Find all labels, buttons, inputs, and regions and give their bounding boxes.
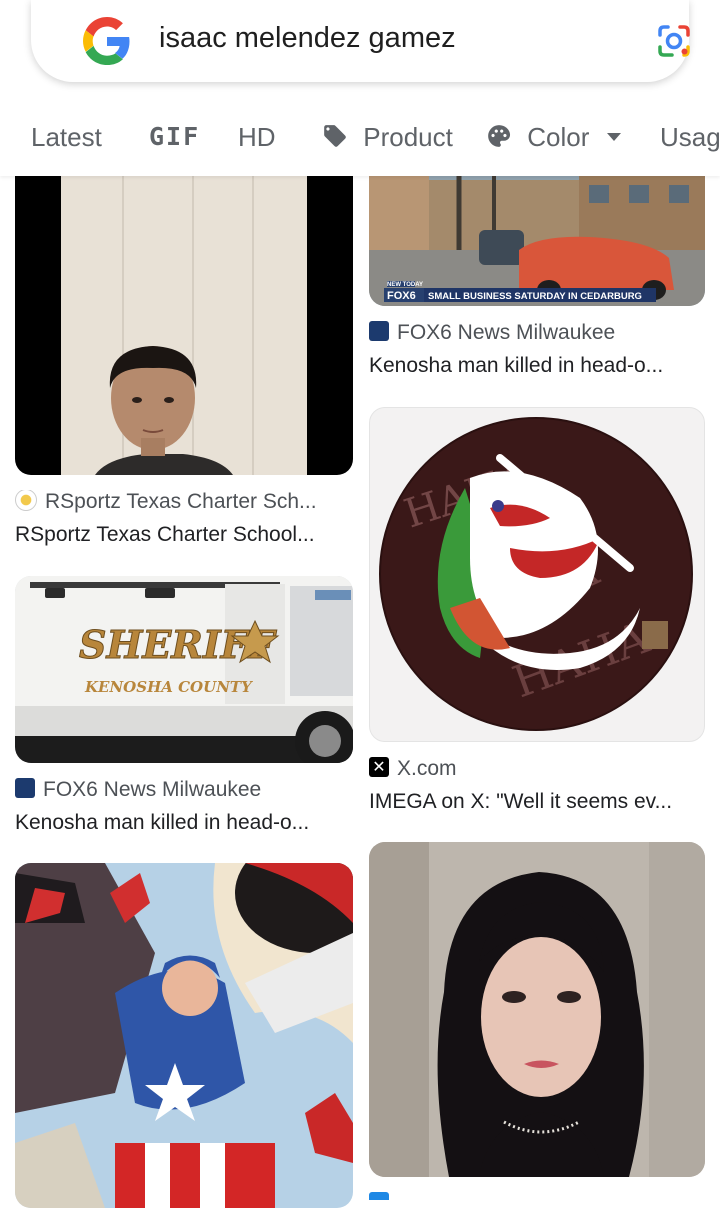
fox6-favicon-icon: [369, 321, 389, 342]
result-title-4[interactable]: Kenosha man killed in head-o...: [369, 354, 705, 378]
chip-gif[interactable]: GIF: [149, 112, 200, 162]
rsportz-favicon-icon: [15, 490, 37, 512]
result-source-2-label: FOX6 News Milwaukee: [43, 778, 262, 801]
result-title-5[interactable]: IMEGA on X: "Well it seems ev...: [369, 790, 705, 814]
tag-icon: [324, 125, 346, 147]
kenosha-county-text: KENOSHA COUNTY: [84, 678, 253, 696]
fox6-logo-text: FOX6: [387, 290, 416, 302]
result-source-1[interactable]: RSportz Texas Charter Sch...: [15, 490, 353, 514]
palette-icon: [488, 125, 511, 147]
sheriff-truck-photo: SHERIFF KENOSHA COUNTY: [15, 576, 353, 763]
chip-product[interactable]: Product: [322, 112, 453, 162]
result-image-5[interactable]: HAHA HAHA HAHA: [369, 407, 705, 742]
result-image-2[interactable]: SHERIFF KENOSHA COUNTY: [15, 576, 353, 763]
result-image-1[interactable]: [15, 140, 353, 475]
chip-product-label: Product: [363, 122, 453, 152]
result-source-4[interactable]: FOX6 News Milwaukee: [369, 321, 705, 345]
woman-portrait-photo: [369, 842, 705, 1177]
chip-color-label: Color: [527, 122, 590, 152]
boy-photo: [15, 140, 353, 475]
result-image-6[interactable]: [369, 842, 705, 1177]
x-logo-icon: ✕: [369, 757, 389, 778]
chip-hd[interactable]: HD: [238, 112, 276, 162]
news-banner-text: SMALL BUSINESS SATURDAY IN CEDARBURG: [428, 291, 642, 302]
chip-color[interactable]: Color: [486, 112, 621, 162]
captain-america-comic-image: [15, 863, 353, 1208]
filter-chips: Latest GIF HD Product Color Usag: [0, 112, 720, 162]
next-result-favicon-icon: [369, 1192, 389, 1200]
result-source-4-label: FOX6 News Milwaukee: [397, 321, 616, 344]
search-bar[interactable]: isaac melendez gamez: [31, 0, 690, 82]
chevron-down-icon: [606, 133, 621, 142]
google-g-icon[interactable]: [83, 17, 131, 65]
google-lens-icon[interactable]: [654, 21, 694, 61]
result-title-1[interactable]: RSportz Texas Charter School...: [15, 523, 353, 547]
chip-usage[interactable]: Usag: [660, 112, 720, 162]
result-source-1-label: RSportz Texas Charter Sch...: [45, 490, 317, 513]
result-source-5-label: X.com: [397, 757, 457, 780]
search-query[interactable]: isaac melendez gamez: [159, 22, 456, 55]
result-image-3[interactable]: [15, 863, 353, 1208]
new-today-tag: NEW TODAY: [387, 282, 423, 288]
top-header: isaac melendez gamez Latest GIF HD Produ…: [0, 0, 720, 176]
result-source-5[interactable]: ✕ X.com: [369, 757, 705, 781]
joker-artwork-image: HAHA HAHA HAHA: [379, 417, 693, 731]
result-title-2[interactable]: Kenosha man killed in head-o...: [15, 811, 353, 835]
result-source-2[interactable]: FOX6 News Milwaukee: [15, 778, 353, 802]
fox6-favicon-icon: [15, 778, 35, 799]
chip-latest[interactable]: Latest: [31, 112, 102, 162]
